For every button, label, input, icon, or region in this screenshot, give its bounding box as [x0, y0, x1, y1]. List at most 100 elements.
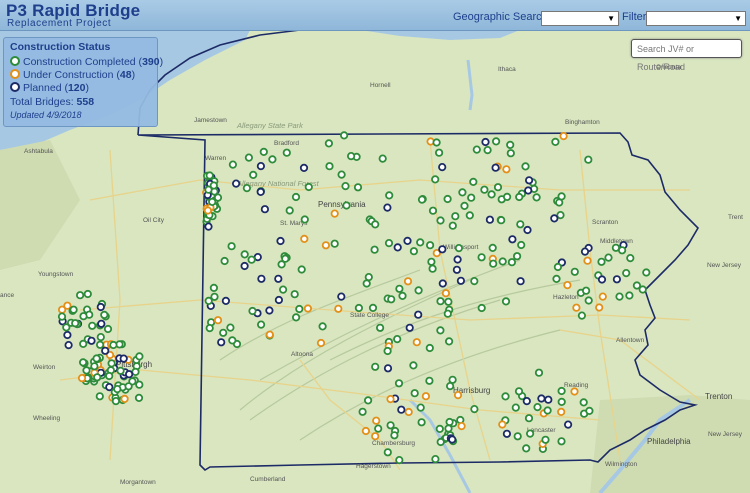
bridge-marker-completed[interactable]: [506, 149, 515, 158]
bridge-marker-completed[interactable]: [470, 404, 479, 414]
bridge-marker-planned[interactable]: [393, 243, 402, 252]
bridge-marker-completed[interactable]: [278, 285, 288, 294]
bridge-marker-completed[interactable]: [425, 376, 434, 385]
bridge-marker-completed[interactable]: [131, 367, 140, 376]
bridge-marker-completed[interactable]: [497, 216, 506, 225]
bridge-marker-planned[interactable]: [438, 245, 447, 254]
bridge-marker-construction[interactable]: [120, 394, 129, 403]
bridge-marker-construction[interactable]: [441, 289, 450, 298]
bridge-marker-completed[interactable]: [395, 455, 404, 465]
bridge-marker-completed[interactable]: [371, 220, 380, 229]
bridge-marker-completed[interactable]: [512, 252, 522, 261]
bridge-marker-construction[interactable]: [583, 256, 592, 265]
bridge-marker-completed[interactable]: [387, 295, 396, 304]
bridge-marker-completed[interactable]: [228, 336, 237, 345]
bridge-marker-completed[interactable]: [226, 323, 235, 332]
bridge-marker-planned[interactable]: [452, 265, 461, 274]
bridge-marker-planned[interactable]: [232, 179, 241, 188]
bridge-marker-completed[interactable]: [325, 162, 334, 171]
bridge-marker-completed[interactable]: [354, 303, 363, 313]
bridge-marker-planned[interactable]: [537, 394, 546, 403]
bridge-marker-planned[interactable]: [397, 405, 406, 414]
bridge-marker-completed[interactable]: [417, 418, 426, 427]
bridge-marker-planned[interactable]: [96, 302, 105, 312]
bridge-marker-completed[interactable]: [109, 340, 118, 350]
bridge-marker-completed[interactable]: [445, 381, 455, 391]
bridge-marker-planned[interactable]: [256, 162, 265, 171]
bridge-marker-planned[interactable]: [260, 205, 269, 214]
bridge-marker-completed[interactable]: [498, 257, 507, 266]
bridge-marker-planned[interactable]: [491, 163, 500, 172]
bridge-marker-planned[interactable]: [597, 275, 607, 284]
bridge-marker-construction[interactable]: [361, 426, 370, 436]
bridge-marker-completed[interactable]: [281, 254, 290, 263]
bridge-marker-planned[interactable]: [221, 296, 230, 305]
bridge-marker-completed[interactable]: [100, 310, 109, 319]
bridge-marker-completed[interactable]: [374, 424, 383, 433]
bridge-marker-completed[interactable]: [552, 274, 561, 283]
bridge-marker-planned[interactable]: [276, 236, 285, 246]
bridge-marker-completed[interactable]: [428, 264, 437, 273]
bridge-marker-completed[interactable]: [467, 193, 476, 202]
bridge-marker-completed[interactable]: [135, 380, 144, 389]
bridge-marker-completed[interactable]: [470, 276, 479, 286]
bridge-marker-planned[interactable]: [105, 382, 114, 392]
bridge-marker-completed[interactable]: [393, 334, 402, 344]
bridge-marker-completed[interactable]: [378, 154, 387, 163]
bridge-marker-planned[interactable]: [274, 274, 283, 283]
bridge-marker-completed[interactable]: [295, 304, 304, 314]
bridge-marker-completed[interactable]: [448, 221, 457, 230]
bridge-marker-construction[interactable]: [371, 432, 380, 441]
bridge-marker-completed[interactable]: [622, 268, 631, 278]
bridge-marker-completed[interactable]: [555, 198, 564, 207]
bridge-marker-completed[interactable]: [451, 212, 460, 221]
bridge-marker-planned[interactable]: [414, 310, 423, 319]
bridge-marker-completed[interactable]: [507, 258, 516, 267]
bridge-marker-completed[interactable]: [469, 177, 478, 186]
bridge-marker-completed[interactable]: [96, 332, 105, 342]
bridge-marker-completed[interactable]: [410, 389, 419, 398]
bridge-marker-planned[interactable]: [438, 279, 447, 288]
bridge-marker-planned[interactable]: [125, 370, 134, 379]
bridge-marker-planned[interactable]: [274, 295, 283, 305]
bridge-marker-completed[interactable]: [427, 257, 436, 266]
bridge-marker-construction[interactable]: [57, 305, 67, 314]
bridge-marker-completed[interactable]: [113, 384, 122, 394]
bridge-marker-completed[interactable]: [511, 403, 520, 412]
bridge-marker-completed[interactable]: [432, 138, 441, 147]
bridge-marker-completed[interactable]: [285, 206, 294, 215]
bridge-marker-completed[interactable]: [290, 290, 299, 299]
bridge-marker-planned[interactable]: [87, 336, 96, 345]
bridge-marker-completed[interactable]: [416, 403, 425, 412]
bridge-marker-completed[interactable]: [487, 190, 496, 199]
bridge-marker-completed[interactable]: [213, 193, 223, 202]
bridge-marker-planned[interactable]: [97, 319, 106, 328]
bridge-marker-completed[interactable]: [525, 429, 535, 438]
bridge-marker-completed[interactable]: [517, 240, 526, 250]
bridge-marker-planned[interactable]: [383, 364, 393, 373]
bridge-marker-completed[interactable]: [435, 424, 444, 433]
bridge-marker-completed[interactable]: [96, 340, 105, 349]
bridge-marker-completed[interactable]: [339, 131, 349, 140]
bridge-marker-completed[interactable]: [398, 291, 407, 300]
bridge-marker-construction[interactable]: [595, 303, 604, 312]
bridge-marker-completed[interactable]: [577, 311, 587, 320]
bridge-marker-planned[interactable]: [119, 354, 128, 363]
bridge-marker-construction[interactable]: [557, 407, 566, 416]
bridge-marker-planned[interactable]: [516, 277, 525, 286]
bridge-marker-completed[interactable]: [208, 197, 217, 206]
bridge-marker-completed[interactable]: [409, 247, 418, 256]
bridge-marker-completed[interactable]: [324, 139, 333, 148]
legend-item-under-construction[interactable]: Under Construction (48): [10, 69, 157, 82]
bridge-marker-completed[interactable]: [124, 382, 133, 391]
bridge-marker-completed[interactable]: [93, 373, 102, 382]
bridge-marker-planned[interactable]: [256, 187, 265, 196]
bridge-marker-completed[interactable]: [436, 297, 445, 306]
bridge-marker-construction[interactable]: [570, 387, 579, 396]
bridge-marker-completed[interactable]: [425, 241, 435, 250]
bridge-marker-completed[interactable]: [642, 268, 651, 277]
bridge-marker-construction[interactable]: [412, 338, 421, 347]
bridge-marker-completed[interactable]: [480, 185, 489, 194]
bridge-marker-completed[interactable]: [228, 160, 237, 169]
bridge-marker-planned[interactable]: [456, 276, 465, 285]
